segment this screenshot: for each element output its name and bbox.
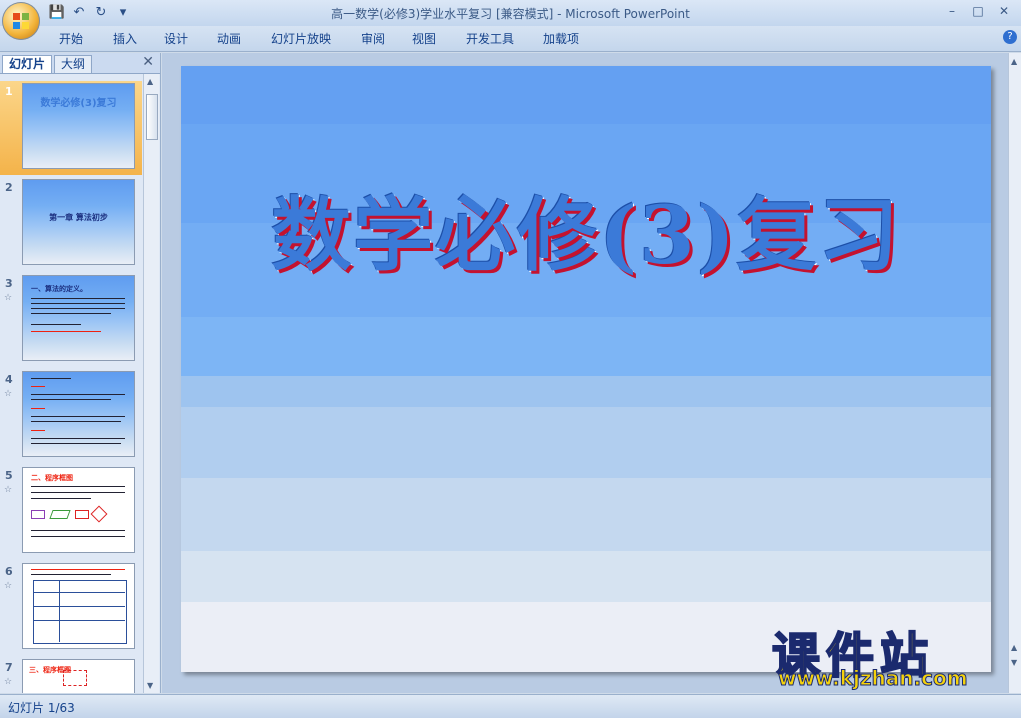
thumb-number: 5 <box>5 469 13 482</box>
tab-slides[interactable]: 幻灯片 <box>2 55 53 73</box>
slide-thumbnail-3[interactable]: 3 ☆ 一、算法的定义。 <box>0 273 142 367</box>
slide-title[interactable]: 数学必修(3)复习 <box>181 171 991 287</box>
slide-thumbnail-2[interactable]: 2 第一章 算法初步 <box>0 177 142 271</box>
scroll-down-icon[interactable]: ▼ <box>147 681 153 690</box>
watermark-logo: 课件站 www.kjzhan.com <box>768 616 1008 692</box>
thumb-image: 数学必修(3)复习 <box>22 83 135 169</box>
slide-thumbnail-6[interactable]: 6 ☆ <box>0 561 142 655</box>
tab-addins[interactable]: 加载项 <box>543 30 579 47</box>
tab-home[interactable]: 开始 <box>59 30 83 47</box>
title-bar: 💾 ↶ ↻ ▾ 高一数学(必修3)学业水平复习 [兼容模式] - Microso… <box>0 0 1021 26</box>
previous-slide-icon[interactable]: ▲ <box>1011 643 1017 652</box>
thumbnail-scrollbar[interactable]: ▲ ▼ <box>143 74 159 693</box>
tab-outline[interactable]: 大纲 <box>54 55 93 73</box>
thumb-number: 7 <box>5 661 13 674</box>
office-button[interactable] <box>2 2 40 40</box>
tab-review[interactable]: 审阅 <box>361 30 385 47</box>
tab-view[interactable]: 视图 <box>412 30 436 47</box>
help-icon[interactable]: ? <box>1003 30 1017 44</box>
animation-star-icon: ☆ <box>4 677 13 687</box>
slide-scrollbar[interactable]: ▲ ▲ ▼ <box>1008 53 1021 693</box>
tab-slideshow[interactable]: 幻灯片放映 <box>271 30 331 47</box>
tab-design[interactable]: 设计 <box>164 30 188 47</box>
panel-tabs: 幻灯片 大纲 ✕ <box>0 53 160 74</box>
thumb-number: 6 <box>5 565 13 578</box>
slides-panel: 幻灯片 大纲 ✕ 1 数学必修(3)复习 2 第一章 算法初步 3 ☆ 一、算法… <box>0 53 161 693</box>
thumb-image: 一、算法的定义。 <box>22 275 135 361</box>
thumb-number: 3 <box>5 277 13 290</box>
window-controls: – □ ✕ <box>939 2 1017 20</box>
thumb-title: 第一章 算法初步 <box>49 213 108 222</box>
animation-star-icon: ☆ <box>4 485 13 495</box>
slide-thumbnail-5[interactable]: 5 ☆ 二、程序框图 <box>0 465 142 559</box>
ribbon-tabs: 开始 插入 设计 动画 幻灯片放映 审阅 视图 开发工具 加载项 ? <box>0 26 1021 52</box>
animation-star-icon: ☆ <box>4 581 13 591</box>
thumb-number: 4 <box>5 373 13 386</box>
slide-counter: 幻灯片 1/63 <box>8 701 75 715</box>
slide-thumbnail-7[interactable]: 7 ☆ 三、程序框图 <box>0 657 142 693</box>
tab-insert[interactable]: 插入 <box>113 30 137 47</box>
animation-star-icon: ☆ <box>4 389 13 399</box>
status-bar: 幻灯片 1/63 <box>0 694 1021 718</box>
scroll-up-icon[interactable]: ▲ <box>147 77 153 86</box>
thumb-image: 二、程序框图 <box>22 467 135 553</box>
thumb-image: 第一章 算法初步 <box>22 179 135 265</box>
thumb-image: 三、程序框图 <box>22 659 135 693</box>
thumb-title: 一、算法的定义。 <box>31 285 87 293</box>
maximize-icon[interactable]: □ <box>965 2 991 20</box>
thumb-image <box>22 371 135 457</box>
thumb-number: 1 <box>5 85 13 98</box>
slide-editing-area: 数学必修(3)复习 <box>162 53 1008 693</box>
thumb-title: 数学必修(3)复习 <box>40 98 117 109</box>
close-panel-icon[interactable]: ✕ <box>142 54 154 70</box>
next-slide-icon[interactable]: ▼ <box>1011 658 1017 667</box>
thumb-image <box>22 563 135 649</box>
tab-developer[interactable]: 开发工具 <box>466 30 514 47</box>
scroll-up-icon[interactable]: ▲ <box>1011 57 1017 66</box>
watermark-url: www.kjzhan.com <box>778 666 969 691</box>
office-logo-icon <box>13 13 29 29</box>
minimize-icon[interactable]: – <box>939 2 965 20</box>
thumb-title: 二、程序框图 <box>31 474 73 482</box>
thumbnail-list: 1 数学必修(3)复习 2 第一章 算法初步 3 ☆ 一、算法的定义。 4 ☆ … <box>0 74 142 693</box>
close-icon[interactable]: ✕ <box>991 2 1017 20</box>
slide-thumbnail-4[interactable]: 4 ☆ <box>0 369 142 463</box>
tab-animations[interactable]: 动画 <box>217 30 241 47</box>
slide-thumbnail-1[interactable]: 1 数学必修(3)复习 <box>0 81 142 175</box>
scroll-thumb[interactable] <box>146 94 158 140</box>
animation-star-icon: ☆ <box>4 293 13 303</box>
thumb-number: 2 <box>5 181 13 194</box>
window-title: 高一数学(必修3)学业水平复习 [兼容模式] - Microsoft Power… <box>331 7 690 21</box>
current-slide[interactable]: 数学必修(3)复习 <box>181 66 991 672</box>
